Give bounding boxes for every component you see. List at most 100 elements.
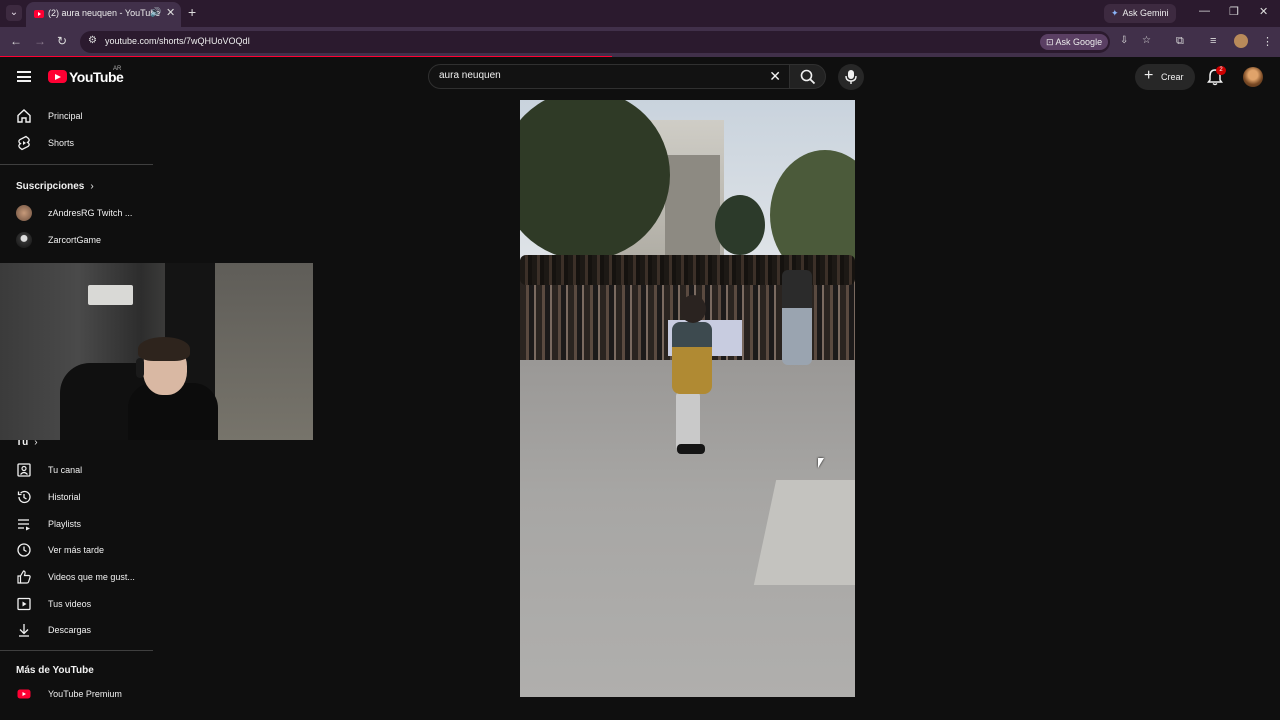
sidebar-item-label: Principal [48, 111, 83, 121]
history-icon [17, 490, 31, 504]
liked-icon [17, 570, 31, 584]
sidebar-item-playlists[interactable]: Playlists [0, 511, 155, 537]
channel-avatar [16, 205, 32, 221]
plus-icon: + [1144, 67, 1154, 84]
video-dancer-head [680, 295, 706, 323]
tab-search-chevron-icon[interactable]: ⌄ [6, 5, 22, 21]
channel-icon [17, 463, 31, 477]
ask-gemini-button[interactable]: ✦ Ask Gemini [1104, 4, 1176, 23]
user-avatar[interactable] [1243, 67, 1263, 87]
close-window-icon[interactable]: ✕ [1259, 5, 1268, 18]
site-info-icon[interactable]: ⚙ [88, 35, 97, 46]
playlists-icon [18, 519, 30, 531]
shorts-icon [18, 135, 30, 151]
webcam-person-hair [138, 337, 190, 361]
url-text[interactable]: youtube.com/shorts/7wQHUoVOQdI [105, 36, 250, 46]
forward-icon[interactable]: → [34, 34, 46, 48]
search-icon [800, 69, 816, 85]
sidebar-item-label: Videos que me gust... [48, 572, 135, 582]
ask-gemini-label: Ask Gemini [1122, 8, 1169, 18]
video-bystander [782, 270, 812, 365]
browser-toolbar: ← → ↻ ⚙ youtube.com/shorts/7wQHUoVOQdI ⊡… [0, 27, 1280, 57]
browser-tab-bar: ⌄ (2) aura neuquen - YouTube 🔊 ✕ + ✦ Ask … [0, 0, 1280, 27]
sidebar-item-youtube-premium[interactable]: YouTube Premium [0, 681, 155, 707]
ask-google-label: Ask Google [1055, 37, 1103, 47]
youtube-favicon-icon [34, 10, 44, 18]
channel-avatar [16, 232, 32, 248]
webcam-air-conditioner [88, 285, 133, 305]
audio-playing-icon[interactable]: 🔊 [150, 7, 161, 18]
create-label: Crear [1161, 72, 1184, 82]
restore-icon[interactable]: ❐ [1229, 5, 1239, 18]
media-controls-icon[interactable]: ≡ [1210, 35, 1216, 47]
sidebar-divider [0, 650, 153, 651]
search-box: ✕ [428, 64, 790, 89]
youtube-play-logo-icon [48, 70, 67, 83]
sidebar-item-principal[interactable]: Principal [0, 103, 155, 129]
home-icon [17, 109, 31, 123]
gemini-spark-icon: ✦ [1111, 8, 1119, 18]
tab-title: (2) aura neuquen - YouTube [48, 8, 161, 18]
sidebar-item-label: YouTube Premium [48, 689, 122, 699]
more-from-youtube-title: Más de YouTube [16, 665, 94, 676]
subscriptions-title[interactable]: Suscripciones › [16, 181, 94, 192]
menu-icon[interactable] [17, 71, 31, 82]
search-input[interactable] [439, 70, 759, 81]
close-tab-icon[interactable]: ✕ [166, 6, 175, 19]
new-tab-icon[interactable]: + [188, 4, 196, 20]
sidebar-item-label: Tu canal [48, 465, 83, 475]
watch-later-icon [17, 543, 31, 557]
video-dancer-jacket [672, 322, 712, 394]
webcam-right-wall [215, 263, 313, 440]
subscriptions-title-label: Suscripciones [16, 181, 85, 192]
clear-search-icon[interactable]: ✕ [769, 68, 781, 85]
voice-search-button[interactable] [838, 64, 864, 90]
browser-profile-avatar[interactable] [1234, 34, 1248, 48]
sidebar-item-label: Playlists [48, 519, 82, 529]
youtube-premium-icon [17, 689, 31, 699]
video-dancer-shoe [677, 444, 705, 454]
notification-count-badge: 2 [1216, 66, 1226, 75]
browser-menu-icon[interactable]: ⋮ [1262, 35, 1273, 48]
create-button[interactable]: + Crear [1135, 64, 1195, 90]
sidebar-item-label: Tus videos [48, 599, 92, 609]
webcam-overlay [0, 263, 313, 440]
webcam-headphones [136, 358, 144, 378]
logo-region: AR [113, 66, 122, 72]
extensions-icon[interactable]: ⧉ [1176, 35, 1184, 48]
sidebar-item-descargas[interactable]: Descargas [0, 617, 155, 643]
sidebar-item-shorts[interactable]: Shorts [0, 130, 155, 156]
sidebar-item-label: Shorts [48, 138, 75, 148]
mouse-cursor-icon [818, 458, 824, 468]
sidebar-divider [0, 164, 153, 165]
sidebar-item-historial[interactable]: Historial [0, 484, 155, 510]
sidebar-item-ver-mas-tarde[interactable]: Ver más tarde [0, 537, 155, 563]
video-tree [715, 195, 765, 255]
install-app-icon[interactable]: ⇩ [1120, 35, 1128, 46]
sidebar-item-label: Ver más tarde [48, 545, 105, 555]
shorts-video-player[interactable] [520, 100, 855, 697]
bookmark-star-icon[interactable]: ☆ [1142, 35, 1151, 46]
microphone-icon [845, 70, 857, 84]
sidebar-item-label: zAndresRG Twitch ... [48, 208, 133, 218]
search-button[interactable] [789, 64, 826, 89]
sidebar-item-zarcortgame[interactable]: ZarcortGame [0, 227, 155, 253]
ask-google-button[interactable]: ⊡ Ask Google [1040, 34, 1109, 50]
sidebar-item-videos-que-me-gustan[interactable]: Videos que me gust... [0, 564, 155, 590]
back-icon[interactable]: ← [10, 34, 22, 48]
minimize-icon[interactable]: — [1199, 5, 1210, 17]
address-bar[interactable]: ⚙ youtube.com/shorts/7wQHUoVOQdI ⊡ Ask G… [80, 31, 1151, 53]
sidebar-item-label: ZarcortGame [48, 235, 102, 245]
downloads-icon [19, 624, 29, 637]
sidebar-item-label: Historial [48, 492, 81, 502]
reload-icon[interactable]: ↻ [57, 34, 67, 48]
sidebar-item-tu-canal[interactable]: Tu canal [0, 457, 155, 483]
browser-tab[interactable]: (2) aura neuquen - YouTube 🔊 ✕ [26, 2, 181, 27]
sidebar-item-tus-videos[interactable]: Tus videos [0, 591, 155, 617]
chevron-right-icon: › [90, 181, 94, 192]
youtube-header: YouTube AR ✕ + Crear 2 [0, 57, 1280, 97]
sidebar-item-label: Descargas [48, 625, 92, 635]
sidebar-item-zandresrg[interactable]: zAndresRG Twitch ... [0, 200, 155, 226]
video-dancer-legs [676, 392, 700, 450]
your-videos-icon [17, 597, 31, 611]
